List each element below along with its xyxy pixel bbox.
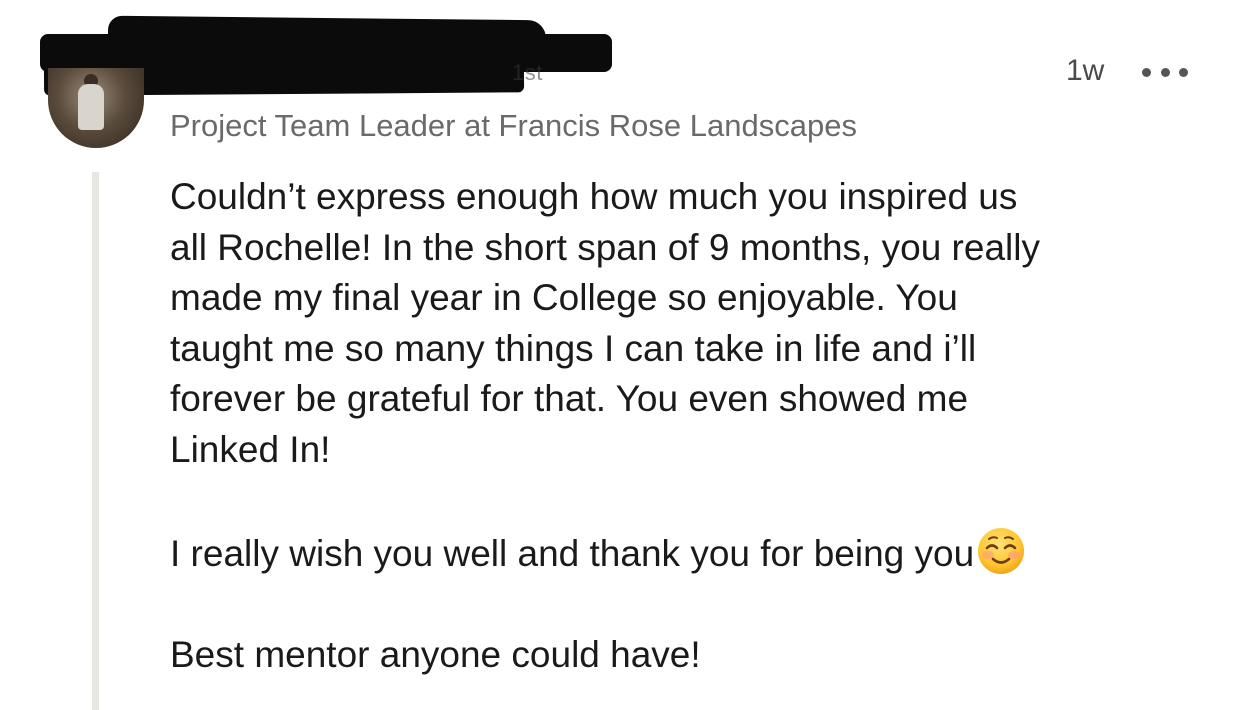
comment-line: forever be grateful for that. You even s… <box>170 378 969 419</box>
comment-wish-text: I really wish you well and thank you for… <box>170 532 975 574</box>
more-options-icon[interactable] <box>1142 62 1188 82</box>
comment-line: Linked In! <box>170 428 331 470</box>
smiling-face-emoji-icon <box>978 527 1025 574</box>
avatar-figure <box>78 84 104 130</box>
connection-degree-badge: 1st <box>512 60 543 85</box>
comment-body: Couldn’t express enough how much you ins… <box>170 172 1220 680</box>
comment-line: taught me so many things I can take in l… <box>170 327 977 369</box>
thread-line <box>92 172 99 710</box>
comment-line: all Rochelle! In the short span of 9 mon… <box>170 226 1040 268</box>
comment-line: Couldn’t express enough how much you ins… <box>170 176 1018 217</box>
comment-line-wish: I really wish you well and thank you for… <box>170 526 1220 580</box>
avatar[interactable] <box>48 68 144 148</box>
author-headline: Project Team Leader at Francis Rose Land… <box>170 108 857 143</box>
comment-line: made my final year in College so enjoyab… <box>170 277 958 318</box>
comment-line-final: Best mentor anyone could have! <box>170 633 701 675</box>
post-timestamp: 1w <box>1066 54 1105 87</box>
